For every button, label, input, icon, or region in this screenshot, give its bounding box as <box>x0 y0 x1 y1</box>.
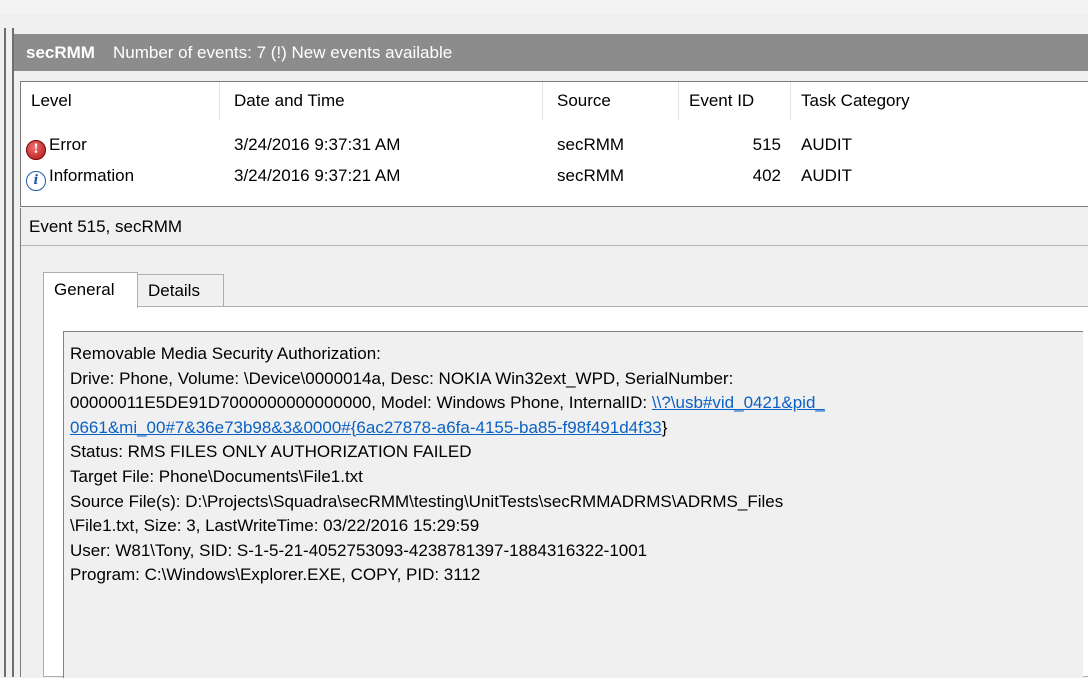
event-source: secRMM <box>557 166 625 185</box>
column-header-level[interactable]: Level <box>21 82 220 120</box>
event-level: ! Error <box>26 129 216 160</box>
event-detail-title: Event 515, secRMM <box>21 208 1088 246</box>
column-header-date-time[interactable]: Date and Time <box>220 82 543 120</box>
internal-id-link-continued[interactable]: 0661&mi_00#7&36e73b98&3&0000#{6ac27878-a… <box>70 418 662 437</box>
description-line: Target File: Phone\Documents\File1.txt <box>70 466 363 486</box>
description-line: Drive: Phone, Volume: \Device\0000014a, … <box>70 368 734 388</box>
event-detail-pane: Event 515, secRMM General Details Remova… <box>20 208 1088 678</box>
tab-details[interactable]: Details <box>137 274 224 306</box>
panel-title-bar: secRMM Number of events: 7 (!) New event… <box>14 34 1088 71</box>
description-line: Status: RMS FILES ONLY AUTHORIZATION FAI… <box>70 442 472 462</box>
event-source: secRMM <box>557 135 625 154</box>
event-description-textbox[interactable]: Removable Media Security Authorization: … <box>63 331 1083 678</box>
description-line: Program: C:\Windows\Explorer.EXE, COPY, … <box>70 565 481 585</box>
tab-general[interactable]: General <box>43 272 138 308</box>
description-line: 0661&mi_00#7&36e73b98&3&0000#{6ac27878-a… <box>70 416 1083 441</box>
event-id: 515 <box>752 135 781 154</box>
description-line: Removable Media Security Authorization: <box>70 344 381 363</box>
internal-id-link[interactable]: \\?\usb#vid_0421&pid_ <box>652 393 825 412</box>
event-list[interactable]: Level Date and Time Source Event ID Task… <box>20 81 1088 207</box>
event-level-label: Error <box>49 135 87 154</box>
event-task-category: AUDIT <box>801 135 852 154</box>
description-line: User: W81\Tony, SID: S-1-5-21-4052753093… <box>70 540 648 560</box>
event-row[interactable]: ! Error 3/24/2016 9:37:31 AM secRMM 515 A… <box>21 129 1088 160</box>
column-header-task-category[interactable]: Task Category <box>791 82 1088 120</box>
tab-general-body: Removable Media Security Authorization: … <box>43 306 1088 678</box>
event-viewer-panel: secRMM Number of events: 7 (!) New event… <box>12 28 1088 678</box>
event-level-label: Information <box>49 166 135 185</box>
panel-status-text: Number of events: 7 (!) New events avail… <box>112 42 453 62</box>
event-id: 402 <box>752 166 781 185</box>
top-strip <box>0 0 1088 14</box>
detail-tabs: General Details Removable Media Security… <box>43 272 1088 678</box>
description-text: } <box>661 417 668 437</box>
event-row[interactable]: i Information 3/24/2016 9:37:21 AM secRMM… <box>21 160 1088 191</box>
error-icon: ! <box>26 140 46 160</box>
event-datetime: 3/24/2016 9:37:31 AM <box>234 135 401 154</box>
column-header-event-id[interactable]: Event ID <box>679 82 791 120</box>
panel-app-name: secRMM <box>26 42 95 62</box>
event-list-header: Level Date and Time Source Event ID Task… <box>21 82 1088 120</box>
window-border <box>4 28 6 677</box>
description-line: Source File(s): D:\Projects\Squadra\secR… <box>70 491 784 511</box>
information-icon: i <box>26 171 46 191</box>
column-header-source[interactable]: Source <box>543 82 679 120</box>
event-level: i Information <box>26 160 216 191</box>
description-line: \File1.txt, Size: 3, LastWriteTime: 03/2… <box>70 516 480 536</box>
event-task-category: AUDIT <box>801 166 852 185</box>
description-line: 00000011E5DE91D7000000000000000, Model: … <box>70 391 1083 416</box>
event-datetime: 3/24/2016 9:37:21 AM <box>234 166 401 185</box>
description-text: 00000011E5DE91D7000000000000000, Model: … <box>70 393 652 413</box>
